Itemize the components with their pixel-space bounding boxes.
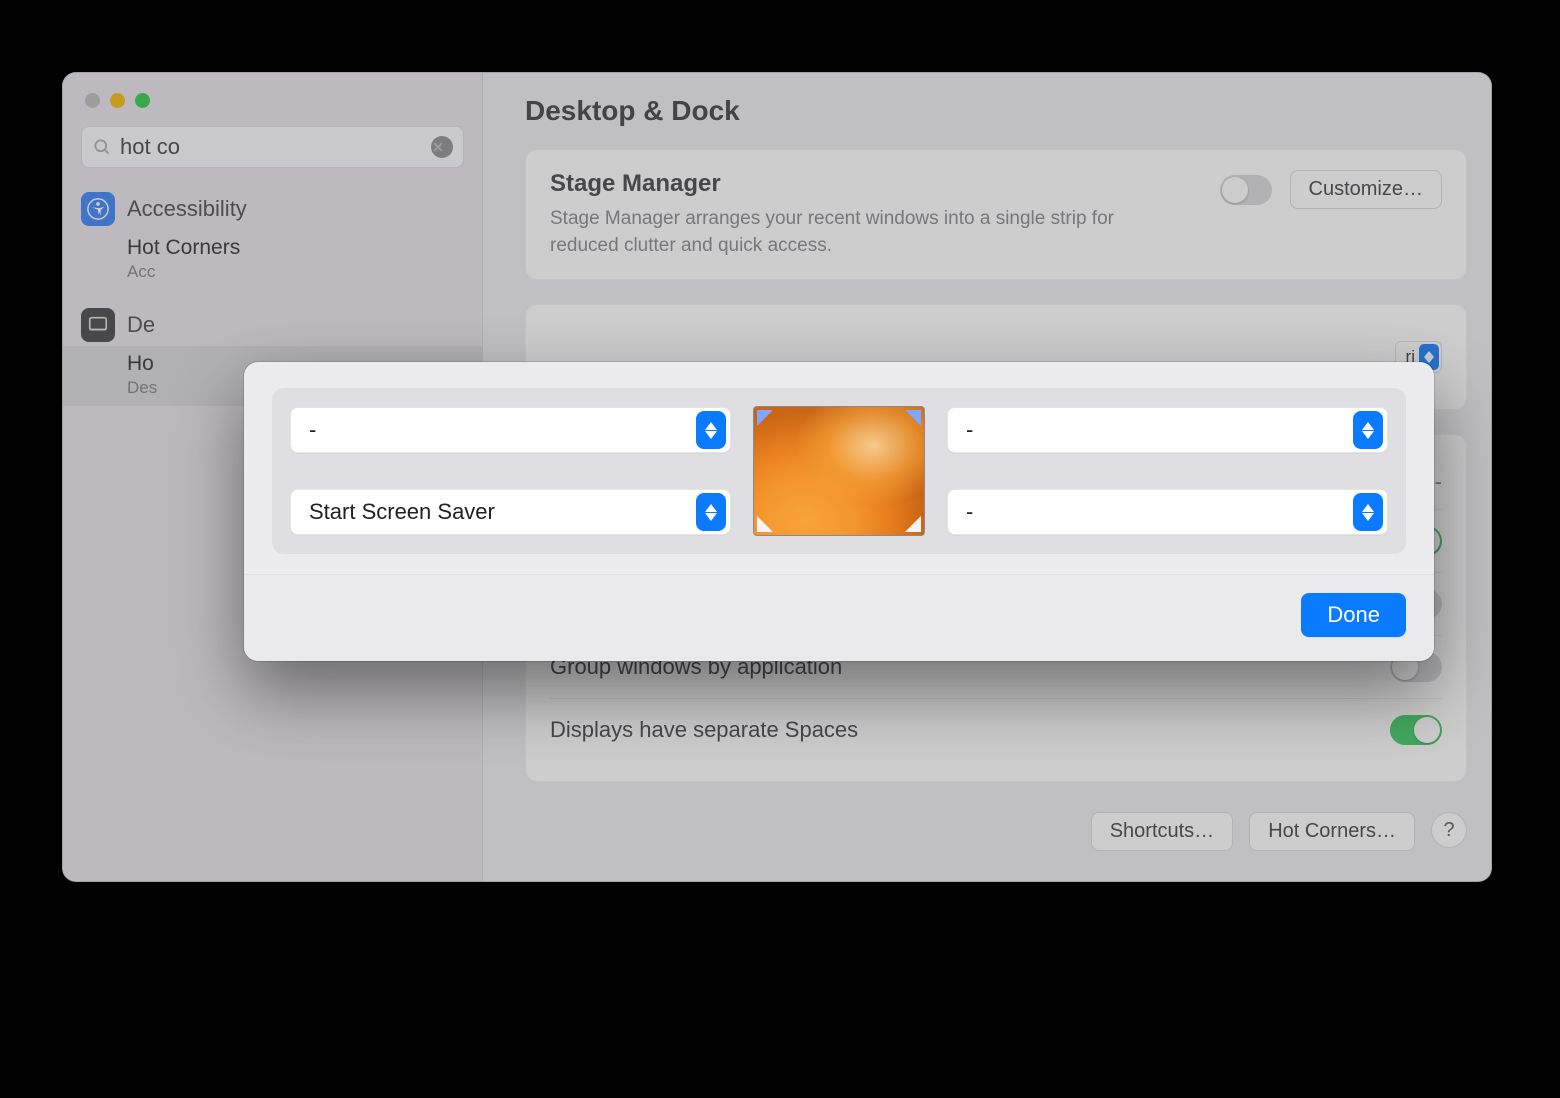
corner-indicator-bl <box>757 516 773 532</box>
hot-corner-bottom-left-value: Start Screen Saver <box>309 499 495 525</box>
hot-corner-top-right-value: - <box>966 417 973 443</box>
corner-indicator-tr <box>905 410 921 426</box>
hot-corners-modal: - - <box>244 362 1434 661</box>
done-button[interactable]: Done <box>1301 593 1406 637</box>
hot-corner-top-right-select[interactable]: - <box>947 407 1388 453</box>
corner-indicator-br <box>905 516 921 532</box>
hot-corner-top-left-value: - <box>309 417 316 443</box>
chevron-updown-icon <box>1353 493 1383 531</box>
chevron-updown-icon <box>696 411 726 449</box>
desktop-thumbnail <box>753 406 925 536</box>
hot-corner-top-left-select[interactable]: - <box>290 407 731 453</box>
hot-corner-bottom-right-value: - <box>966 499 973 525</box>
hot-corner-bottom-right-select[interactable]: - <box>947 489 1388 535</box>
chevron-updown-icon <box>696 493 726 531</box>
hot-corner-bottom-left-select[interactable]: Start Screen Saver <box>290 489 731 535</box>
hot-corners-grid: - - <box>272 388 1406 554</box>
chevron-updown-icon <box>1353 411 1383 449</box>
corner-indicator-tl <box>757 410 773 426</box>
